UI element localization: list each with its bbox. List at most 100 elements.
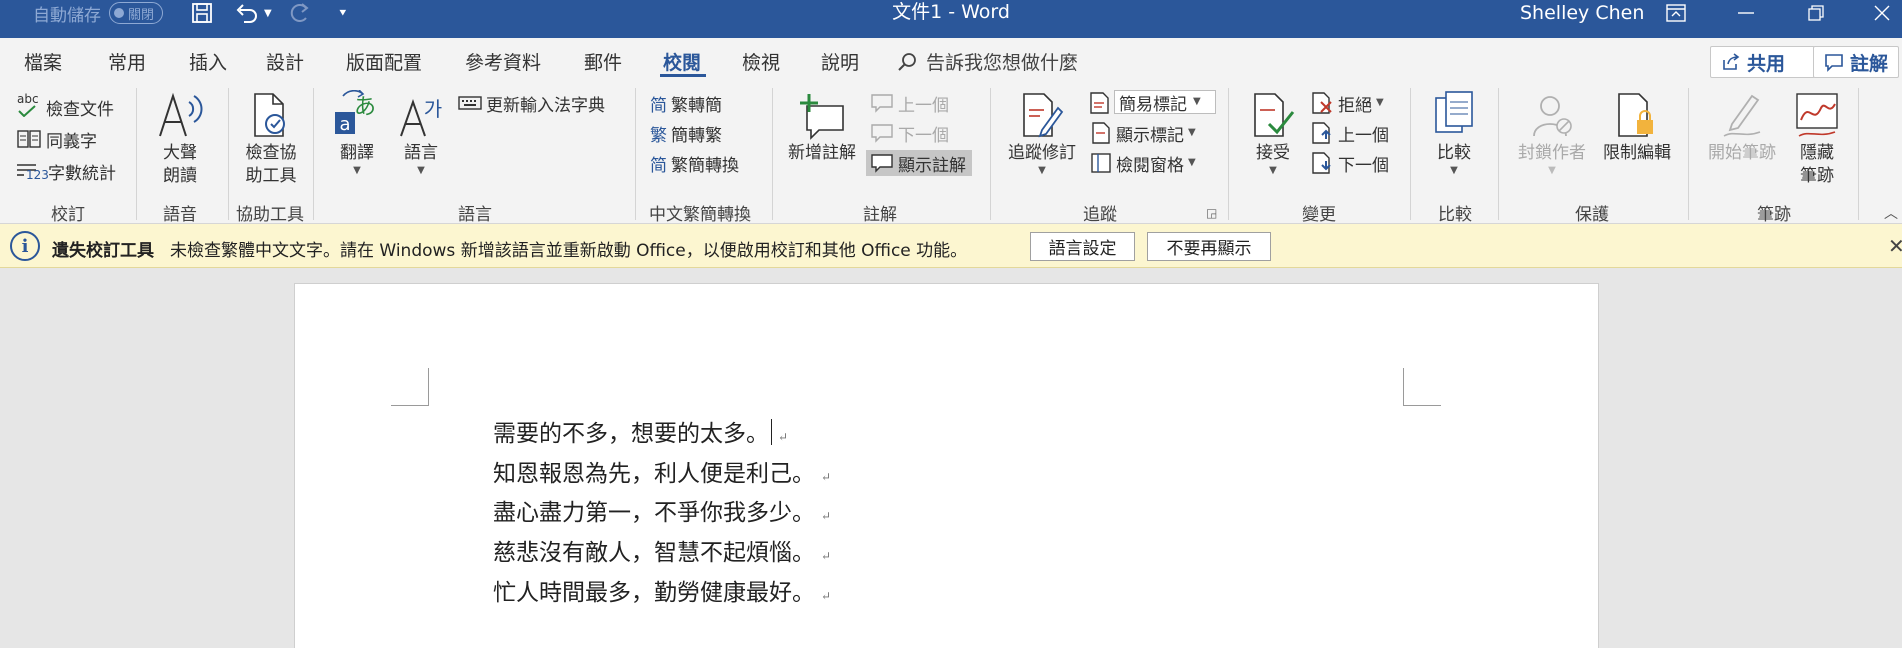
language-settings-button[interactable]: 語言設定 (1030, 232, 1135, 261)
share-button[interactable]: 共用 (1710, 46, 1815, 78)
tab-references[interactable]: 參考資料 (465, 48, 541, 75)
close-message-icon[interactable]: ✕ (1888, 234, 1902, 258)
compare-icon (1432, 88, 1476, 140)
trad-to-simp-button[interactable]: 简 繁轉簡 (650, 90, 722, 116)
share-icon (1723, 53, 1740, 70)
thesaurus-button[interactable]: 同義字 (16, 126, 97, 152)
simp-to-trad-button[interactable]: 繁 簡轉繁 (650, 120, 722, 146)
markup-display-dropdown[interactable]: 簡易標記 ▼ (1114, 90, 1216, 115)
close-icon[interactable] (1862, 0, 1902, 26)
restore-icon[interactable] (1796, 0, 1836, 26)
spelling-grammar-button[interactable]: abc 檢查文件 (16, 92, 114, 120)
show-comments-button[interactable]: 顯示註解 (866, 150, 972, 176)
dont-show-again-button[interactable]: 不要再顯示 (1147, 232, 1271, 261)
compare-group-label: 比較 (1438, 205, 1472, 225)
autosave-state: 關閉 (128, 7, 155, 23)
restrict-editing-button[interactable]: 限制編輯 (1596, 88, 1678, 165)
svg-text:가: 가 (424, 97, 442, 121)
display-for-review-icon (1088, 90, 1112, 116)
tab-layout[interactable]: 版面配置 (346, 48, 422, 75)
protect-group-label: 保護 (1575, 205, 1609, 225)
paragraph-mark: ↵ (821, 589, 832, 603)
tab-home[interactable]: 常用 (108, 48, 146, 75)
spelling-label: 檢查文件 (46, 99, 114, 120)
language-button[interactable]: 가 語言 ▼ (390, 88, 452, 177)
accept-button[interactable]: 接受 ▼ (1244, 88, 1302, 177)
chinese-conversion-button[interactable]: 简 繁簡轉換 (650, 150, 739, 176)
group-separator (1410, 88, 1411, 220)
word-count-button[interactable]: 123 字數統計 (16, 158, 116, 184)
next-change-button[interactable]: 下一個 (1310, 150, 1389, 176)
tab-design[interactable]: 設計 (266, 48, 304, 75)
next-comment-label: 下一個 (898, 125, 949, 146)
autosave-toggle[interactable]: 關閉 (109, 2, 164, 24)
crop-mark-top-left (391, 368, 429, 406)
next-comment-button[interactable]: 下一個 (870, 120, 949, 146)
update-ime-dictionary-button[interactable]: 更新輸入法字典 (458, 90, 605, 116)
previous-change-button[interactable]: 上一個 (1310, 120, 1389, 146)
reject-button[interactable]: 拒絕 ▼ (1310, 90, 1384, 116)
chinese-conversion-group-label: 中文繁簡轉換 (649, 205, 751, 225)
user-name[interactable]: Shelley Chen (1520, 0, 1644, 26)
markup-display-value: 簡易標記 (1119, 94, 1187, 115)
track-changes-dropdown-icon: ▼ (1038, 165, 1046, 176)
show-markup-button[interactable]: 顯示標記 ▼ (1090, 120, 1196, 146)
ribbon-display-options-icon[interactable] (1656, 0, 1696, 26)
tracking-dialog-launcher-icon[interactable]: ◲ (1206, 200, 1217, 226)
group-separator (313, 88, 314, 220)
tab-file[interactable]: 檔案 (24, 48, 62, 75)
hide-ink-icon (1795, 88, 1839, 140)
document-area: 需要的不多，想要的太多。 ↵ 知恩報恩為先，利人便是利己。 ↵ 盡心盡力第一，不爭你… (0, 268, 1902, 648)
check-accessibility-button[interactable]: 檢查協 助工具 (236, 88, 306, 188)
previous-comment-label: 上一個 (898, 95, 949, 116)
hide-ink-button[interactable]: 隱藏 筆跡 (1784, 88, 1850, 188)
group-separator (228, 88, 229, 220)
collapse-ribbon-icon[interactable]: ︿ (1884, 200, 1898, 226)
group-separator (990, 88, 991, 220)
autosave: 自動儲存 關閉 (33, 0, 164, 26)
reject-dropdown-icon: ▼ (1376, 97, 1384, 108)
chinese-conversion-label: 繁簡轉換 (671, 155, 739, 176)
tab-mailings[interactable]: 郵件 (584, 48, 622, 75)
undo-icon[interactable] (234, 0, 260, 26)
previous-comment-button[interactable]: 上一個 (870, 90, 949, 116)
show-comments-icon (871, 154, 893, 173)
next-change-icon (1312, 152, 1331, 174)
group-separator (1688, 88, 1689, 220)
show-markup-label: 顯示標記 (1116, 125, 1184, 146)
accept-dropdown-icon: ▼ (1269, 165, 1277, 176)
comments-label: 註解 (1850, 52, 1889, 75)
block-authors-button[interactable]: 封鎖作者 ▼ (1508, 88, 1596, 177)
read-aloud-button[interactable]: 大聲 朗讀 (148, 88, 212, 188)
reviewing-pane-button[interactable]: 檢閱窗格 ▼ (1090, 150, 1196, 176)
tab-help[interactable]: 說明 (821, 48, 859, 75)
undo-dropdown-icon[interactable]: ▼ (264, 0, 272, 26)
tab-review[interactable]: 校閱 (663, 48, 701, 75)
message-text: 未檢查繁體中文文字。請在 Windows 新增該語言並重新啟動 Office，以… (170, 241, 968, 261)
minimize-icon[interactable] (1726, 0, 1766, 26)
group-separator (1858, 88, 1859, 220)
track-changes-button[interactable]: 追蹤修訂 ▼ (1002, 88, 1082, 177)
document-page[interactable]: 需要的不多，想要的太多。 ↵ 知恩報恩為先，利人便是利己。 ↵ 盡心盡力第一，不爭你… (294, 283, 1599, 648)
previous-comment-icon (871, 94, 893, 113)
redo-icon[interactable] (286, 0, 312, 26)
comments-button[interactable]: 註解 (1813, 46, 1899, 78)
save-icon[interactable] (190, 0, 214, 26)
translate-label: 翻譯 (340, 143, 374, 163)
translate-button[interactable]: aあ 翻譯 ▼ (326, 88, 388, 177)
start-inking-button[interactable]: 開始筆跡 (1698, 88, 1786, 165)
info-icon: i (10, 231, 40, 261)
active-tab-indicator (660, 74, 706, 77)
accessibility-group-label: 協助工具 (236, 205, 304, 225)
tab-view[interactable]: 檢視 (742, 48, 780, 75)
ribbon-tabs: 檔案 常用 插入 設計 版面配置 參考資料 郵件 校閱 檢視 說明 告訴我您想做… (0, 38, 1902, 82)
read-aloud-icon (156, 88, 204, 140)
new-comment-button[interactable]: 新增註解 (782, 88, 862, 165)
customize-qat-icon[interactable]: ⯆ (338, 0, 348, 26)
tab-insert[interactable]: 插入 (189, 48, 227, 75)
tell-me-box[interactable]: 告訴我您想做什麼 (896, 48, 1078, 75)
compare-button[interactable]: 比較 ▼ (1420, 88, 1488, 177)
message-bar: i 遺失校訂工具 未檢查繁體中文文字。請在 Windows 新增該語言並重新啟動… (0, 224, 1902, 268)
vertical-scrollbar[interactable] (1888, 268, 1902, 648)
share-label: 共用 (1747, 52, 1786, 75)
